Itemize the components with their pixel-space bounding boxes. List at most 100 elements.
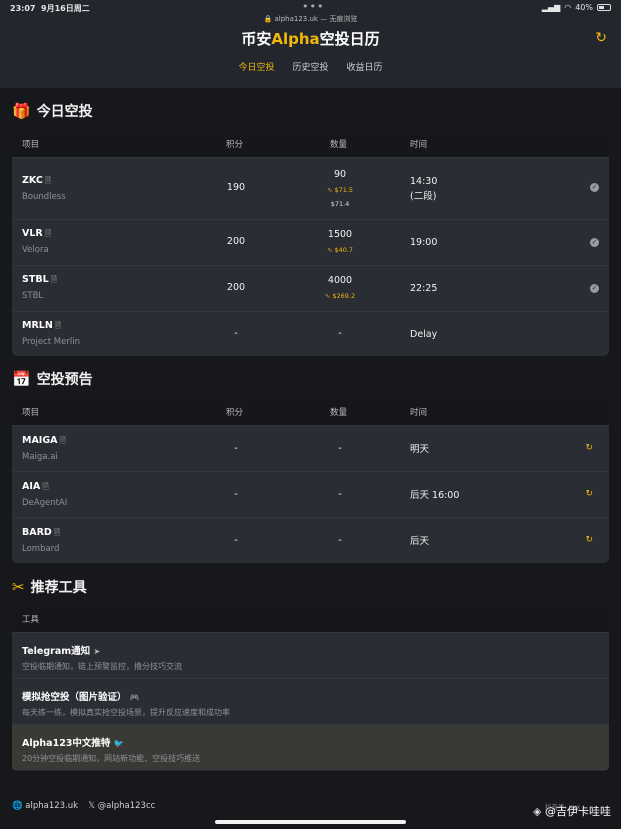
tab-earnings[interactable]: 收益日历 (347, 60, 383, 73)
tab-today[interactable]: 今日空投 (238, 60, 274, 73)
check-icon: ✓ (590, 183, 599, 192)
document-icon[interactable]: 🗎 (54, 528, 60, 537)
preview-table: 项目 积分 数量 时间 MAIGA 🗎 Maiga.ai - - 明天 ↻ AIA… (12, 397, 609, 563)
document-icon[interactable]: 🗎 (45, 176, 51, 185)
quantity-value: - (338, 489, 342, 500)
token-symbol: AIA 🗎 (22, 481, 49, 492)
table-row[interactable]: MAIGA 🗎 Maiga.ai - - 明天 ↻ (12, 425, 609, 471)
table-header: 项目 积分 数量 时间 (12, 397, 609, 425)
col-quantity: 数量 (330, 408, 348, 418)
section-preview-title: 📅 空投预告 (12, 370, 93, 388)
points-value: - (234, 443, 238, 454)
time-value: 后天 16:00 (410, 490, 460, 501)
document-icon[interactable]: 🗎 (42, 482, 48, 491)
time-value: 明天 (410, 444, 430, 455)
tools-icon: ✂ (12, 578, 25, 596)
telegram-icon: ➤ (93, 647, 101, 656)
refresh-icon[interactable]: ↻ (585, 443, 593, 453)
quantity-value: - (338, 443, 342, 454)
signal-icon: ▂▄▆ (541, 3, 561, 12)
section-today-title: 🎁 今日空投 (12, 102, 93, 120)
token-symbol: MRLN 🗎 (22, 320, 62, 331)
app-header: 币安Alpha空投日历 ↻ 今日空投 历史空投 收益日历 (0, 26, 621, 88)
points-value: - (234, 535, 238, 546)
battery-percent: 40% (575, 3, 593, 12)
tool-desc: 空投临期通知，链上预警监控，撸分技巧交流 (22, 662, 182, 671)
token-name: Boundless (22, 192, 66, 202)
time-value: Delay (410, 329, 438, 340)
table-row[interactable]: ZKC 🗎 Boundless 190 90 ∿ $71.5 $71.4 14:3… (12, 157, 609, 219)
col-points: 积分 (226, 408, 244, 418)
tool-desc: 20分钟空投临期通知，网站新功能、空投技巧推送 (22, 754, 201, 763)
tab-history[interactable]: 历史空投 (292, 60, 328, 73)
browser-menu-dots[interactable]: ••• (302, 0, 324, 13)
col-time: 时间 (410, 140, 428, 150)
points-value: 200 (226, 282, 246, 293)
col-project: 项目 (22, 140, 40, 150)
token-name: Lombard (22, 544, 60, 554)
points-value: 200 (226, 236, 246, 247)
x-icon: 𝕏 (88, 801, 95, 811)
status-time: 23:07 9月16日周二 (10, 4, 90, 13)
quantity-value: 90 (333, 169, 347, 180)
refresh-icon[interactable]: ↻ (585, 535, 593, 545)
table-row[interactable]: BARD 🗎 Lombard - - 后天 ↻ (12, 517, 609, 563)
check-icon: ✓ (590, 284, 599, 293)
footer-site-link[interactable]: 🌐 alpha123.uk (12, 801, 78, 811)
col-project: 项目 (22, 408, 40, 418)
quantity-value: - (338, 328, 342, 339)
quantity-price: ∿ $40.7 (326, 246, 354, 254)
points-value: 190 (226, 182, 246, 193)
status-indicators: ▂▄▆ ◠ 40% (542, 3, 611, 12)
wifi-icon: ◠ (564, 3, 572, 12)
document-icon[interactable]: 🗎 (45, 229, 51, 238)
address-bar[interactable]: 🔒 alpha123.uk — 无痕浏览 (0, 14, 621, 24)
status-bar: 23:07 9月16日周二 ••• 🔒 alpha123.uk — 无痕浏览 ▂… (0, 0, 621, 26)
tool-item-simulator[interactable]: 模拟抢空投（图片验证） 🎮 每天练一练，模拟真实抢空投场景，提升反应速度和成功率 (12, 678, 609, 724)
quantity-value: - (338, 535, 342, 546)
token-name: Project Merlin (22, 337, 80, 347)
check-icon: ✓ (590, 238, 599, 247)
gift-icon: 🎁 (12, 102, 31, 120)
token-name: STBL (22, 291, 44, 301)
refresh-icon[interactable]: ↻ (595, 30, 607, 46)
token-symbol: ZKC 🗎 (22, 175, 52, 186)
token-symbol: BARD 🗎 (22, 527, 61, 538)
tool-item-telegram[interactable]: Telegram通知 ➤ 空投临期通知，链上预警监控，撸分技巧交流 (12, 632, 609, 678)
col-time: 时间 (410, 408, 428, 418)
token-name: Maiga.ai (22, 452, 58, 462)
token-name: Velora (22, 245, 49, 255)
table-row[interactable]: VLR 🗎 Velora 200 1500 ∿ $40.7 19:00 ✓ (12, 219, 609, 265)
watermark: ◈ @吉伊卡哇哇 (533, 805, 611, 818)
table-row[interactable]: MRLN 🗎 Project Merlin - - Delay (12, 311, 609, 356)
section-tools-title: ✂ 推荐工具 (12, 578, 87, 596)
tool-name: Alpha123中文推特 🐦 (22, 738, 124, 749)
gamepad-icon: 🎮 (129, 693, 140, 702)
today-table: 项目 积分 数量 时间 ZKC 🗎 Boundless 190 90 ∿ $71.… (12, 129, 609, 356)
calendar-icon: 📅 (12, 370, 31, 388)
table-row[interactable]: AIA 🗎 DeAgentAI - - 后天 16:00 ↻ (12, 471, 609, 517)
table-row[interactable]: STBL 🗎 STBL 200 4000 ∿ $269.2 22:25 ✓ (12, 265, 609, 311)
token-symbol: MAIGA 🗎 (22, 435, 66, 446)
token-symbol: VLR 🗎 (22, 228, 52, 239)
tool-item-twitter[interactable]: Alpha123中文推特 🐦 20分钟空投临期通知，网站新功能、空投技巧推送 (12, 724, 609, 770)
quantity-price: ∿ $71.5 (326, 186, 354, 194)
document-icon[interactable]: 🗎 (60, 436, 66, 445)
document-icon[interactable]: 🗎 (51, 275, 57, 284)
footer: 🌐 alpha123.uk 𝕏 @alpha123cc (12, 801, 155, 811)
table-header: 工具 (12, 604, 609, 632)
page-title: 币安Alpha空投日历 (241, 30, 380, 48)
tool-name: Telegram通知 ➤ (22, 646, 101, 657)
battery-icon (597, 4, 611, 11)
lock-icon: 🔒 (263, 15, 273, 23)
time-value: 22:25 (410, 283, 438, 294)
col-quantity: 数量 (330, 140, 348, 150)
token-name: DeAgentAI (22, 498, 68, 508)
home-indicator[interactable] (215, 820, 406, 824)
quantity-value: 1500 (327, 229, 353, 240)
document-icon[interactable]: 🗎 (55, 321, 61, 330)
quantity-value: 4000 (327, 275, 353, 286)
refresh-icon[interactable]: ↻ (585, 489, 593, 499)
footer-x-link[interactable]: 𝕏 @alpha123cc (88, 801, 155, 811)
quantity-price: ∿ $269.2 (324, 292, 356, 300)
